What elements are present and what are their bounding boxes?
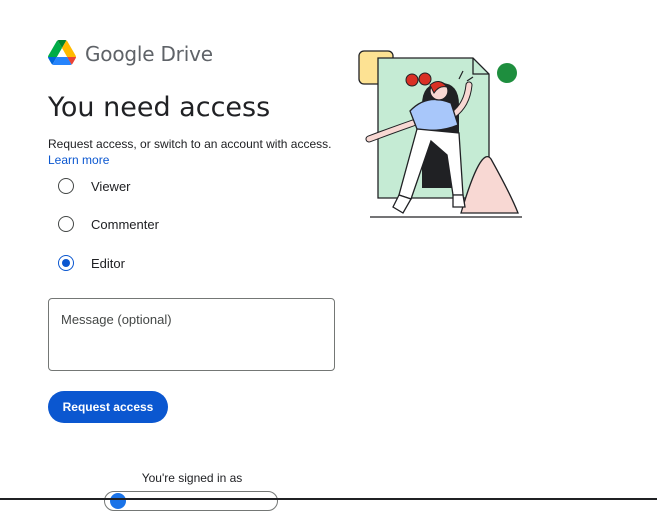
commenter-radio[interactable] (58, 216, 74, 232)
avatar (110, 493, 126, 509)
role-option-viewer[interactable]: Viewer (58, 176, 131, 196)
commenter-label: Commenter (91, 216, 159, 232)
google-drive-logo (48, 40, 76, 65)
brand-name: Google Drive (85, 42, 213, 66)
role-option-commenter[interactable]: Commenter (58, 214, 159, 234)
account-switcher[interactable] (104, 491, 278, 511)
editor-radio[interactable] (58, 255, 74, 271)
page-title: You need access (48, 92, 271, 123)
request-access-button[interactable]: Request access (48, 391, 168, 423)
message-input[interactable] (48, 298, 335, 371)
access-illustration (358, 50, 522, 218)
learn-more-link[interactable]: Learn more (48, 153, 109, 168)
subtitle: Request access, or switch to an account … (48, 137, 332, 151)
role-option-editor[interactable]: Editor (58, 253, 125, 273)
signed-in-label: You're signed in as (141, 471, 243, 485)
editor-label: Editor (91, 255, 125, 271)
viewer-label: Viewer (91, 178, 131, 194)
viewer-radio[interactable] (58, 178, 74, 194)
